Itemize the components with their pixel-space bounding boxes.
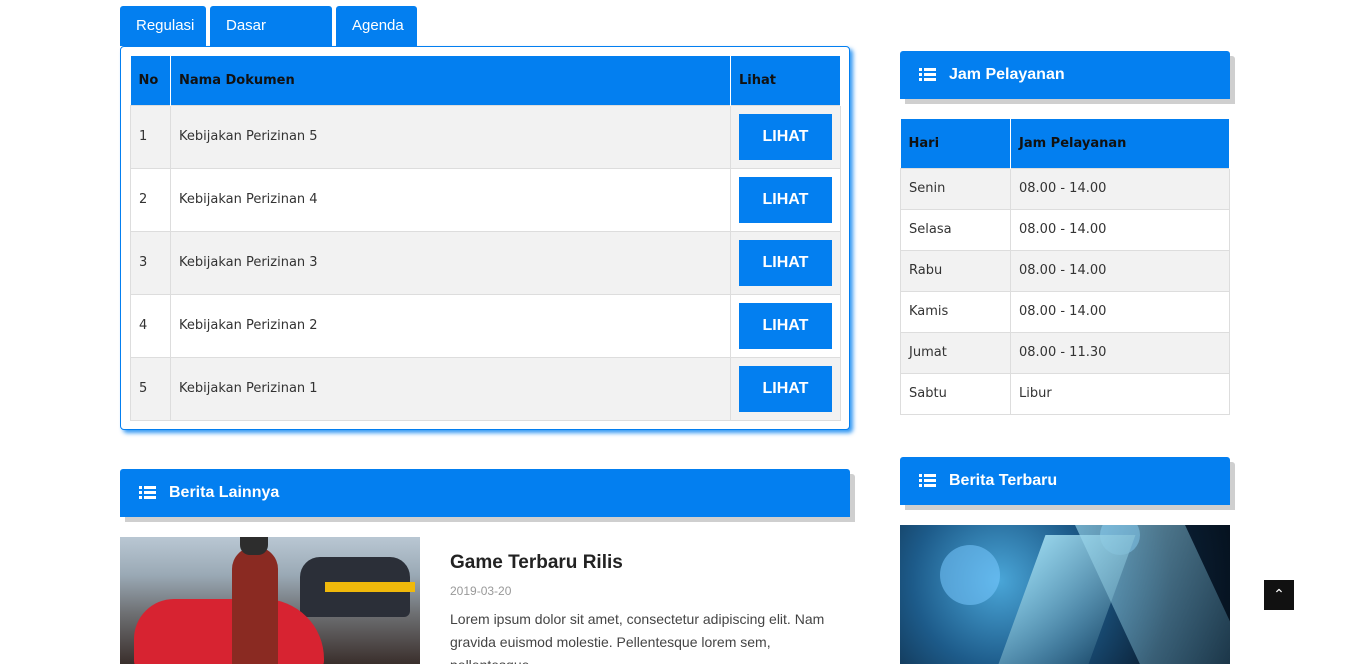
- hours-cell: 08.00 - 11.30: [1010, 331, 1230, 374]
- action-cell: LIHAT: [730, 293, 841, 358]
- lihat-button[interactable]: LIHAT: [739, 365, 832, 412]
- list-icon: [919, 474, 936, 488]
- document-name: Kebijakan Perizinan 4: [170, 167, 731, 232]
- latest-news-thumbnail[interactable]: [900, 525, 1230, 664]
- row-number: 5: [130, 356, 171, 421]
- row-number: 3: [130, 230, 171, 295]
- jam-table-header: Hari Jam Pelayanan: [900, 119, 1230, 168]
- lihat-button[interactable]: LIHAT: [739, 113, 832, 160]
- day-cell: Jumat: [900, 331, 1011, 374]
- berita-lainnya-header: Berita Lainnya: [120, 469, 850, 517]
- jam-pelayanan-table: Hari Jam Pelayanan Senin 08.00 - 14.00 S…: [900, 119, 1230, 415]
- berita-lainnya-title: Berita Lainnya: [169, 484, 280, 501]
- tab-regulasi[interactable]: Regulasi: [120, 6, 206, 46]
- table-row: Senin 08.00 - 14.00: [900, 167, 1230, 210]
- jam-pelayanan-header: Jam Pelayanan: [900, 51, 1230, 99]
- hours-cell: 08.00 - 14.00: [1010, 249, 1230, 292]
- hours-cell: Libur: [1010, 372, 1230, 415]
- day-cell: Senin: [900, 167, 1011, 210]
- hours-cell: 08.00 - 14.00: [1010, 290, 1230, 333]
- table-row: 3 Kebijakan Perizinan 3 LIHAT: [130, 230, 841, 295]
- lihat-button[interactable]: LIHAT: [739, 302, 832, 349]
- chevron-up-icon: ⌃: [1273, 587, 1285, 603]
- document-name: Kebijakan Perizinan 2: [170, 293, 731, 358]
- header-jam: Jam Pelayanan: [1010, 119, 1230, 168]
- table-row: 4 Kebijakan Perizinan 2 LIHAT: [130, 293, 841, 358]
- table-row: 2 Kebijakan Perizinan 4 LIHAT: [130, 167, 841, 232]
- header-lihat: Lihat: [730, 56, 841, 105]
- day-cell: Kamis: [900, 290, 1011, 333]
- table-row: 1 Kebijakan Perizinan 5 LIHAT: [130, 104, 841, 169]
- hours-cell: 08.00 - 14.00: [1010, 167, 1230, 210]
- tab-dasar-hukum[interactable]: Dasar Hukum: [210, 6, 332, 74]
- category-tabs: Regulasi Dasar Hukum Agenda: [120, 6, 417, 74]
- document-name: Kebijakan Perizinan 5: [170, 104, 731, 169]
- news-title[interactable]: Game Terbaru Rilis: [450, 552, 623, 574]
- table-row: 5 Kebijakan Perizinan 1 LIHAT: [130, 356, 841, 421]
- berita-terbaru-header: Berita Terbaru: [900, 457, 1230, 505]
- news-excerpt: Lorem ipsum dolor sit amet, consectetur …: [450, 611, 825, 664]
- document-name: Kebijakan Perizinan 3: [170, 230, 731, 295]
- news-thumbnail[interactable]: [120, 537, 420, 664]
- table-row: Jumat 08.00 - 11.30: [900, 331, 1230, 374]
- list-icon: [139, 486, 156, 500]
- action-cell: LIHAT: [730, 356, 841, 421]
- row-number: 2: [130, 167, 171, 232]
- tab-agenda[interactable]: Agenda: [336, 6, 417, 46]
- document-table: No Nama Dokumen Lihat 1 Kebijakan Perizi…: [130, 56, 841, 421]
- day-cell: Selasa: [900, 208, 1011, 251]
- back-to-top-button[interactable]: ⌃: [1264, 580, 1294, 610]
- row-number: 1: [130, 104, 171, 169]
- news-date: 2019-03-20: [450, 584, 512, 598]
- action-cell: LIHAT: [730, 167, 841, 232]
- table-row: Selasa 08.00 - 14.00: [900, 208, 1230, 251]
- table-row: Kamis 08.00 - 14.00: [900, 290, 1230, 333]
- header-hari: Hari: [900, 119, 1011, 168]
- action-cell: LIHAT: [730, 230, 841, 295]
- document-panel: No Nama Dokumen Lihat 1 Kebijakan Perizi…: [120, 46, 850, 430]
- table-row: Rabu 08.00 - 14.00: [900, 249, 1230, 292]
- jam-pelayanan-title: Jam Pelayanan: [949, 66, 1065, 83]
- lihat-button[interactable]: LIHAT: [739, 176, 832, 223]
- day-cell: Sabtu: [900, 372, 1011, 415]
- day-cell: Rabu: [900, 249, 1011, 292]
- lihat-button[interactable]: LIHAT: [739, 239, 832, 286]
- row-number: 4: [130, 293, 171, 358]
- action-cell: LIHAT: [730, 104, 841, 169]
- berita-terbaru-title: Berita Terbaru: [949, 472, 1058, 489]
- table-row: Sabtu Libur: [900, 372, 1230, 415]
- header-no: No: [130, 56, 171, 105]
- list-icon: [919, 68, 936, 82]
- document-name: Kebijakan Perizinan 1: [170, 356, 731, 421]
- hours-cell: 08.00 - 14.00: [1010, 208, 1230, 251]
- document-table-header: No Nama Dokumen Lihat: [130, 56, 841, 105]
- header-nama-dokumen: Nama Dokumen: [170, 56, 731, 105]
